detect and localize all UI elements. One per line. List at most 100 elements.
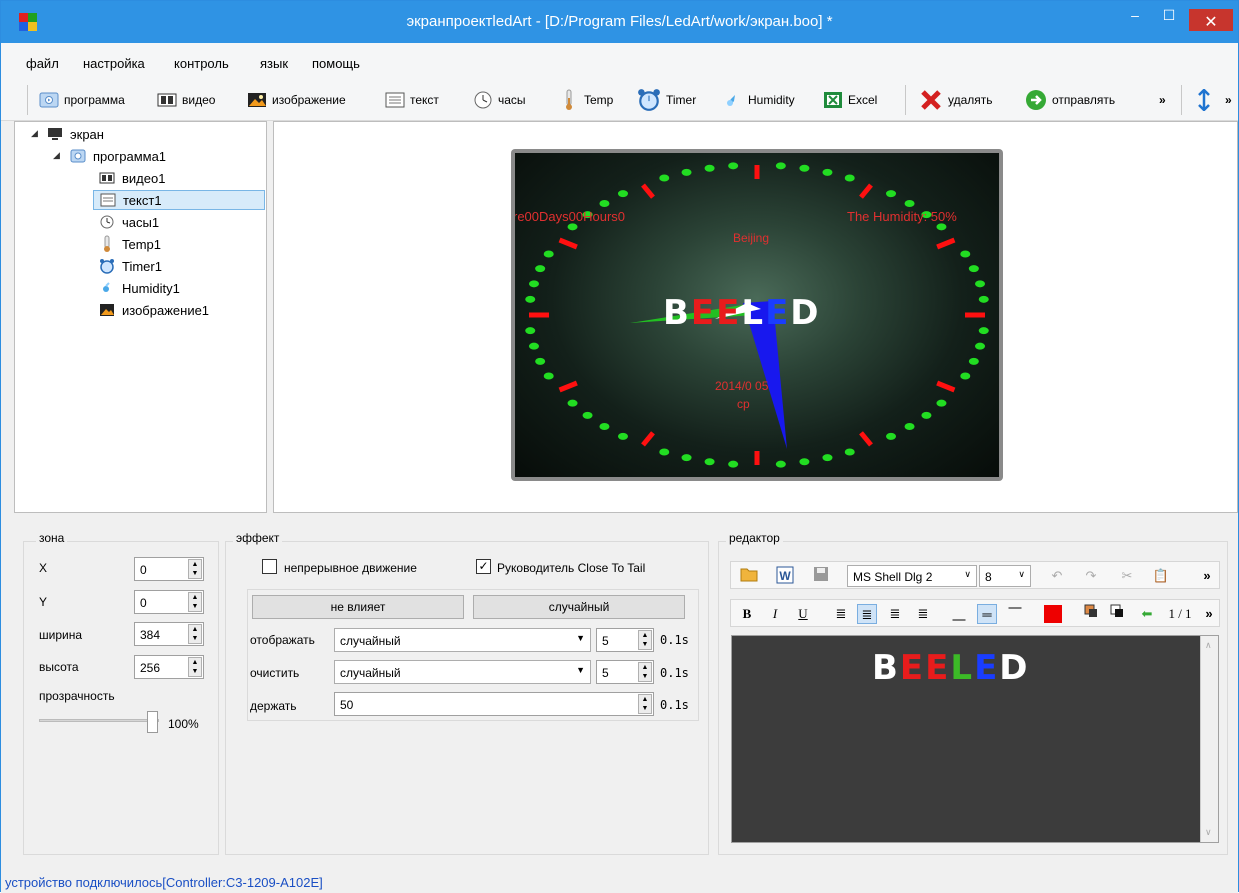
expand-arrow-icon[interactable]: ◢: [53, 150, 60, 161]
font-select[interactable]: MS Shell Dlg 2 ∨: [847, 565, 977, 587]
add-text-button[interactable]: текст: [385, 89, 439, 111]
editor-letter: E: [974, 648, 1000, 688]
spin-arrows-icon[interactable]: ▲ ▼: [188, 559, 202, 579]
tree-node-video[interactable]: видео1: [99, 168, 165, 188]
no-effect-button[interactable]: не влияет: [252, 595, 464, 619]
redo-icon[interactable]: ↷: [1081, 566, 1101, 586]
y-spinbox[interactable]: 0 ▲ ▼: [134, 590, 204, 614]
undo-icon[interactable]: ↶: [1047, 566, 1067, 586]
paste-icon[interactable]: 📋: [1151, 566, 1171, 586]
align-center-icon[interactable]: ≣: [857, 604, 877, 624]
clear-speed-spinbox[interactable]: 5 ▲ ▼: [596, 660, 654, 684]
add-temp-button[interactable]: Temp: [559, 89, 613, 111]
editor-overflow-button-2[interactable]: »: [1199, 604, 1219, 624]
justify-icon[interactable]: ≣: [913, 604, 933, 624]
tree-node-clock[interactable]: часы1: [99, 212, 159, 232]
menu-control[interactable]: контроль: [174, 56, 229, 71]
tree-node-temp[interactable]: Temp1: [99, 234, 161, 254]
hold-spinbox[interactable]: 50 ▲ ▼: [334, 692, 654, 716]
thermometer-icon: [104, 235, 110, 252]
close-button[interactable]: ✕: [1189, 9, 1233, 31]
italic-button[interactable]: I: [765, 604, 785, 624]
valign-top-icon[interactable]: ⎺: [1005, 604, 1025, 624]
tree-node-program-label: программа1: [93, 148, 167, 164]
video-icon: [157, 93, 177, 107]
align-right-icon[interactable]: ≣: [885, 604, 905, 624]
delete-button[interactable]: удалять: [919, 89, 993, 111]
close-to-tail-checkbox[interactable]: ✓: [476, 559, 491, 574]
add-timer-button[interactable]: Timer: [637, 89, 696, 111]
add-image-button[interactable]: изображение: [247, 89, 346, 111]
continuous-checkbox[interactable]: [262, 559, 277, 574]
send-button[interactable]: отправлять: [1025, 89, 1115, 111]
height-spinbox[interactable]: 256 ▲ ▼: [134, 655, 204, 679]
clear-effect-select[interactable]: случайный ▼: [334, 660, 591, 684]
font-size-select[interactable]: 8 ∨: [979, 565, 1031, 587]
menu-settings[interactable]: настройка: [83, 56, 145, 71]
menu-language[interactable]: язык: [260, 56, 288, 71]
height-label: высота: [39, 660, 79, 674]
tree-node-timer-label: Timer1: [122, 258, 162, 274]
arrange-button[interactable]: [1197, 89, 1216, 111]
menu-help[interactable]: помощь: [312, 56, 360, 71]
add-clock-button[interactable]: часы: [473, 89, 526, 111]
random-effect-button[interactable]: случайный: [473, 595, 685, 619]
spin-arrows-icon[interactable]: ▲ ▼: [638, 662, 652, 682]
width-spinbox[interactable]: 384 ▲ ▼: [134, 622, 204, 646]
scroll-up-icon[interactable]: ∧: [1205, 640, 1212, 651]
spin-arrows-icon[interactable]: ▲ ▼: [188, 592, 202, 612]
led-screen-preview[interactable]: re00Days00Hours0 The Humidity: 50% Beiji…: [511, 149, 1003, 481]
border-color-icon[interactable]: [1107, 604, 1127, 624]
add-video-button[interactable]: видео: [157, 89, 215, 111]
align-left-icon[interactable]: ≣: [831, 604, 851, 624]
text-editor-area[interactable]: BEELED ∧ ∨: [731, 635, 1219, 843]
spin-arrows-icon[interactable]: ▲ ▼: [188, 624, 202, 644]
tree-node-screen[interactable]: экран: [47, 124, 104, 144]
tree-node-humidity[interactable]: Humidity1: [99, 278, 180, 298]
valign-middle-icon[interactable]: ═: [977, 604, 997, 624]
editor-scrollbar[interactable]: ∧ ∨: [1200, 636, 1218, 842]
editor-overflow-button[interactable]: »: [1197, 566, 1217, 586]
tree-node-timer[interactable]: Timer1: [99, 256, 162, 276]
tree-node-text-selected[interactable]: текст1: [93, 190, 265, 210]
menu-file[interactable]: файл: [26, 56, 59, 71]
valign-bottom-icon[interactable]: ⎽: [949, 604, 969, 624]
program-icon: [70, 149, 86, 163]
add-program-button[interactable]: программа: [39, 89, 125, 111]
toolbar-overflow-button-2[interactable]: »: [1225, 89, 1232, 111]
clock-minute-dot: [978, 327, 989, 335]
word-icon[interactable]: W: [775, 566, 795, 586]
transparency-slider-handle[interactable]: [147, 711, 158, 733]
transparency-slider-track[interactable]: [39, 719, 159, 722]
add-excel-button[interactable]: Excel: [823, 89, 877, 111]
x-spinbox[interactable]: 0 ▲ ▼: [134, 557, 204, 581]
clock-minute-dot: [704, 458, 715, 466]
toolbar-overflow-button[interactable]: »: [1159, 89, 1166, 111]
y-label: Y: [39, 595, 48, 609]
open-folder-icon[interactable]: [739, 566, 759, 586]
tree-node-image[interactable]: изображение1: [99, 300, 209, 320]
bg-color-icon[interactable]: [1081, 604, 1101, 624]
scroll-down-icon[interactable]: ∨: [1205, 827, 1212, 838]
clock-minute-dot: [886, 432, 897, 440]
clear-effect-value: случайный: [340, 666, 401, 680]
tree-node-program[interactable]: программа1: [70, 146, 166, 166]
spin-arrows-icon[interactable]: ▲ ▼: [638, 630, 652, 650]
cut-icon[interactable]: ✂: [1117, 566, 1137, 586]
expand-arrow-icon[interactable]: ◢: [31, 128, 38, 139]
maximize-button[interactable]: ☐: [1147, 1, 1191, 31]
spin-arrows-icon[interactable]: ▲ ▼: [638, 694, 652, 714]
text-color-swatch[interactable]: [1044, 605, 1062, 623]
toolbar: программа видео изображение текст часы T…: [1, 75, 1238, 121]
underline-button[interactable]: U: [793, 604, 813, 624]
add-humidity-button[interactable]: Humidity: [723, 89, 795, 111]
logo-letter: B: [663, 293, 691, 333]
clock-minute-dot: [960, 372, 971, 380]
project-tree[interactable]: ◢ экран ◢ программа1 видео1 текст1 часы1…: [14, 121, 267, 513]
spin-arrows-icon[interactable]: ▲ ▼: [188, 657, 202, 677]
save-icon[interactable]: [811, 566, 831, 586]
show-effect-select[interactable]: случайный ▼: [334, 628, 591, 652]
previous-page-icon[interactable]: ⬅: [1137, 604, 1157, 624]
bold-button[interactable]: B: [737, 604, 757, 624]
show-speed-spinbox[interactable]: 5 ▲ ▼: [596, 628, 654, 652]
